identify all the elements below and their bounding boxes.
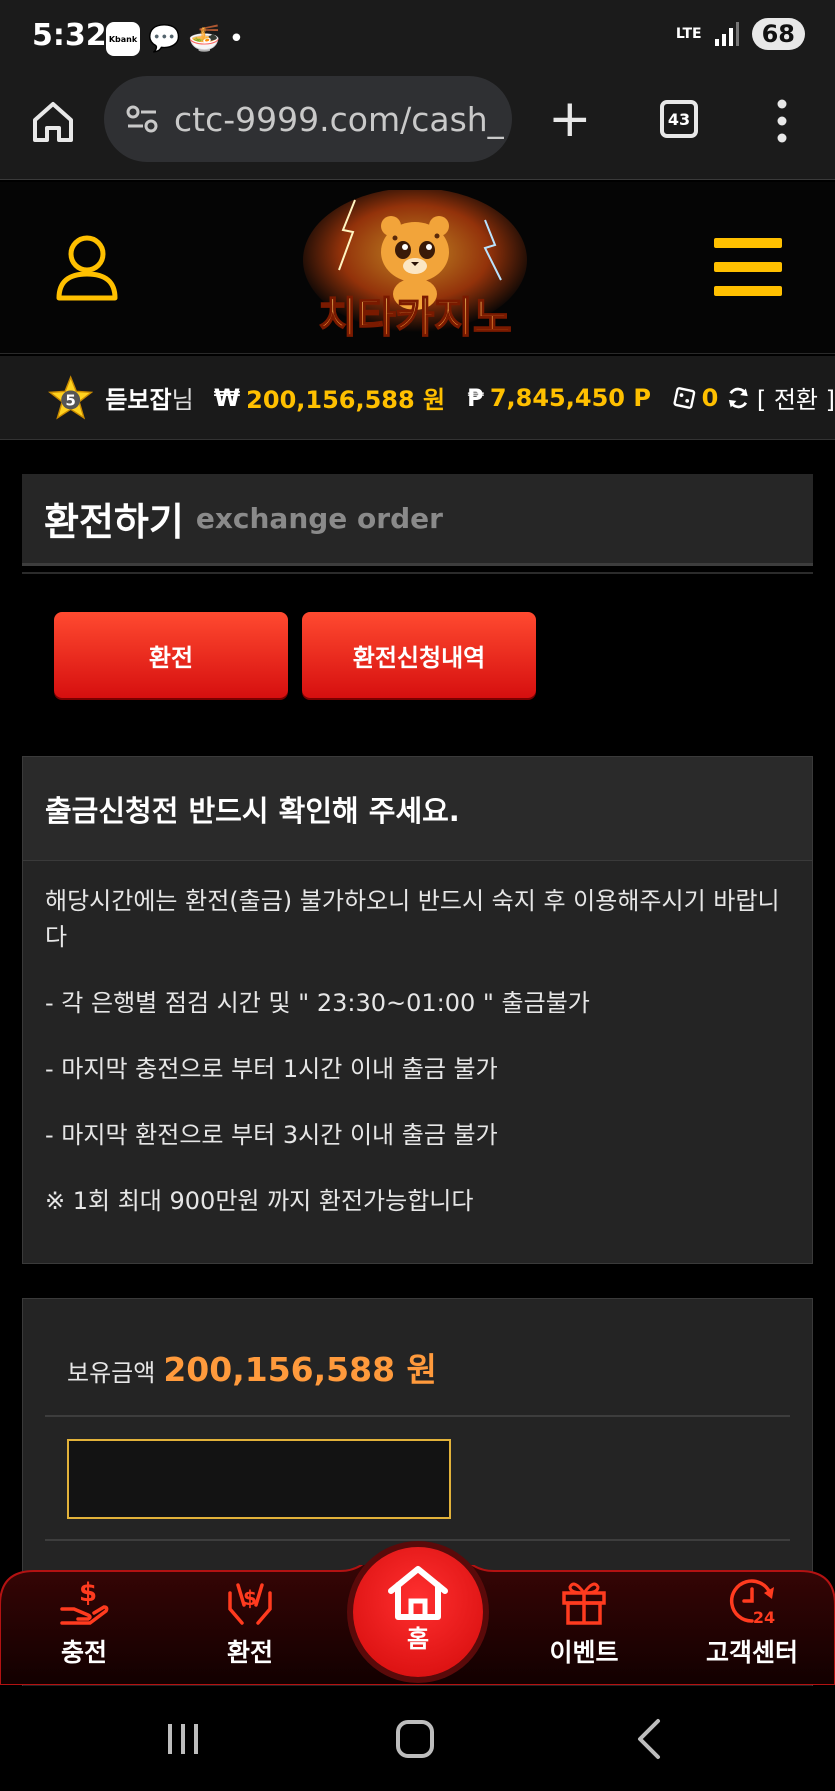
system-indicators: LTE 68: [676, 18, 805, 50]
tab-switcher-button[interactable]: 43: [660, 100, 698, 138]
refresh-icon[interactable]: [726, 385, 751, 411]
switch-link[interactable]: [ 전환 ]: [757, 380, 835, 415]
notice-line: 해당시간에는 환전(출금) 불가하오니 반드시 숙지 후 이용해주시기 바랍니다: [45, 887, 780, 951]
notice-line: - 마지막 충전으로 부터 1시간 이내 출금 불가: [45, 1055, 498, 1083]
username: 듣보잡: [105, 386, 172, 414]
notice-line: - 마지막 환전으로 부터 3시간 이내 출금 불가: [45, 1121, 498, 1149]
nav-home-label: 홈: [406, 1625, 430, 1653]
browser-menu-icon[interactable]: [770, 98, 794, 144]
notice-title: 출금신청전 반드시 확인해 주세요.: [23, 757, 812, 861]
nav-home-button[interactable]: 홈: [353, 1547, 483, 1677]
recent-apps-icon[interactable]: [166, 1722, 200, 1756]
notice-line: - 각 은행별 점검 시간 및 " 23:30~01:00 " 출금불가: [45, 989, 590, 1017]
notification-icons: Kbank 💬 🍜 •: [106, 22, 244, 56]
status-time: 5:32: [32, 18, 107, 53]
browser-toolbar: ctc-9999.com/cash_ + 43: [0, 74, 835, 180]
balance-value: 200,156,588 원: [163, 1350, 437, 1389]
svg-text:24: 24: [753, 1608, 775, 1627]
point-balance: 7,845,450 P: [489, 383, 651, 412]
status-bar: 5:32 Kbank 💬 🍜 • LTE 68: [0, 0, 835, 74]
back-icon[interactable]: [636, 1718, 662, 1760]
username-honorific: 님: [171, 386, 194, 414]
cash-balance: 200,156,588 원: [246, 386, 446, 414]
chat-icon: 💬: [148, 24, 181, 54]
point-icon: ₱: [467, 383, 484, 412]
signal-icon: [714, 22, 739, 46]
svg-text:$: $: [243, 1586, 257, 1610]
page-title: 환전하기: [44, 500, 184, 544]
balance-divider: [45, 1415, 790, 1417]
gift-icon: [562, 1582, 606, 1625]
bottom-navigation: $ 충전 $ 환전 홈 이벤트 24 고객센터: [0, 1547, 835, 1685]
site-settings-icon[interactable]: [124, 101, 160, 137]
level-number: 5: [65, 391, 76, 409]
site-logo[interactable]: 치타카지노: [295, 190, 535, 346]
lte-icon: LTE: [675, 26, 702, 42]
withdrawal-notice: 출금신청전 반드시 확인해 주세요. 해당시간에는 환전(출금) 불가하오니 반…: [22, 756, 813, 1264]
balance-label: 보유금액: [67, 1359, 156, 1387]
exchange-tab-button[interactable]: 환전: [54, 612, 288, 698]
exchange-amount-input[interactable]: [67, 1439, 451, 1519]
new-tab-icon[interactable]: +: [548, 93, 592, 145]
nav-event-label: 이벤트: [549, 1638, 619, 1667]
hamburger-menu-icon[interactable]: [714, 238, 782, 296]
svg-text:치타카지노: 치타카지노: [318, 293, 511, 342]
balance-divider: [45, 1539, 790, 1541]
coupon-count: 0: [701, 383, 719, 412]
title-divider: [22, 572, 813, 574]
address-bar[interactable]: ctc-9999.com/cash_: [104, 76, 512, 162]
balance-row: 보유금액 200,156,588 원: [67, 1343, 437, 1391]
support-24h-icon: 24: [729, 1579, 775, 1627]
nav-support-label: 고객센터: [705, 1638, 798, 1667]
nav-support[interactable]: 24 고객센터: [682, 1575, 822, 1669]
more-notifications-dot: •: [228, 24, 245, 54]
system-home-icon[interactable]: [396, 1720, 434, 1758]
won-icon: ₩: [213, 383, 241, 412]
bowl-icon: 🍜: [188, 24, 221, 54]
site-header: 치타카지노: [0, 182, 835, 354]
android-navigation-bar: [0, 1686, 835, 1791]
url-text: ctc-9999.com/cash_: [174, 99, 504, 139]
exchange-history-button[interactable]: 환전신청내역: [302, 612, 536, 698]
nav-exchange[interactable]: $ 환전: [180, 1575, 320, 1669]
notice-body: 해당시간에는 환전(출금) 불가하오니 반드시 숙지 후 이용해주시기 바랍니다…: [23, 861, 812, 1219]
nav-charge-label: 충전: [60, 1638, 107, 1667]
svg-text:$: $: [79, 1578, 97, 1608]
kbank-icon: Kbank: [106, 22, 140, 56]
user-profile-icon[interactable]: [54, 232, 120, 302]
nav-charge[interactable]: $ 충전: [14, 1575, 154, 1669]
nav-exchange-label: 환전: [226, 1638, 273, 1667]
nav-event[interactable]: 이벤트: [514, 1575, 654, 1669]
charge-icon: $: [60, 1578, 109, 1625]
notice-line: ※ 1회 최대 900만원 까지 환전가능합니다: [45, 1187, 474, 1215]
browser-home-icon[interactable]: [30, 98, 76, 144]
home-icon: [388, 1566, 448, 1620]
user-info-bar: 5 듣보잡 님 ₩ 200,156,588 원 ₱ 7,845,450 P 0 …: [0, 356, 835, 440]
exchange-hands-icon: $: [228, 1583, 272, 1625]
battery-indicator: 68: [751, 18, 805, 50]
page-title-panel: 환전하기 exchange order: [22, 474, 813, 566]
level-badge-icon: 5: [48, 374, 94, 419]
coupon-icon: [673, 386, 696, 409]
page-subtitle: exchange order: [195, 502, 443, 535]
